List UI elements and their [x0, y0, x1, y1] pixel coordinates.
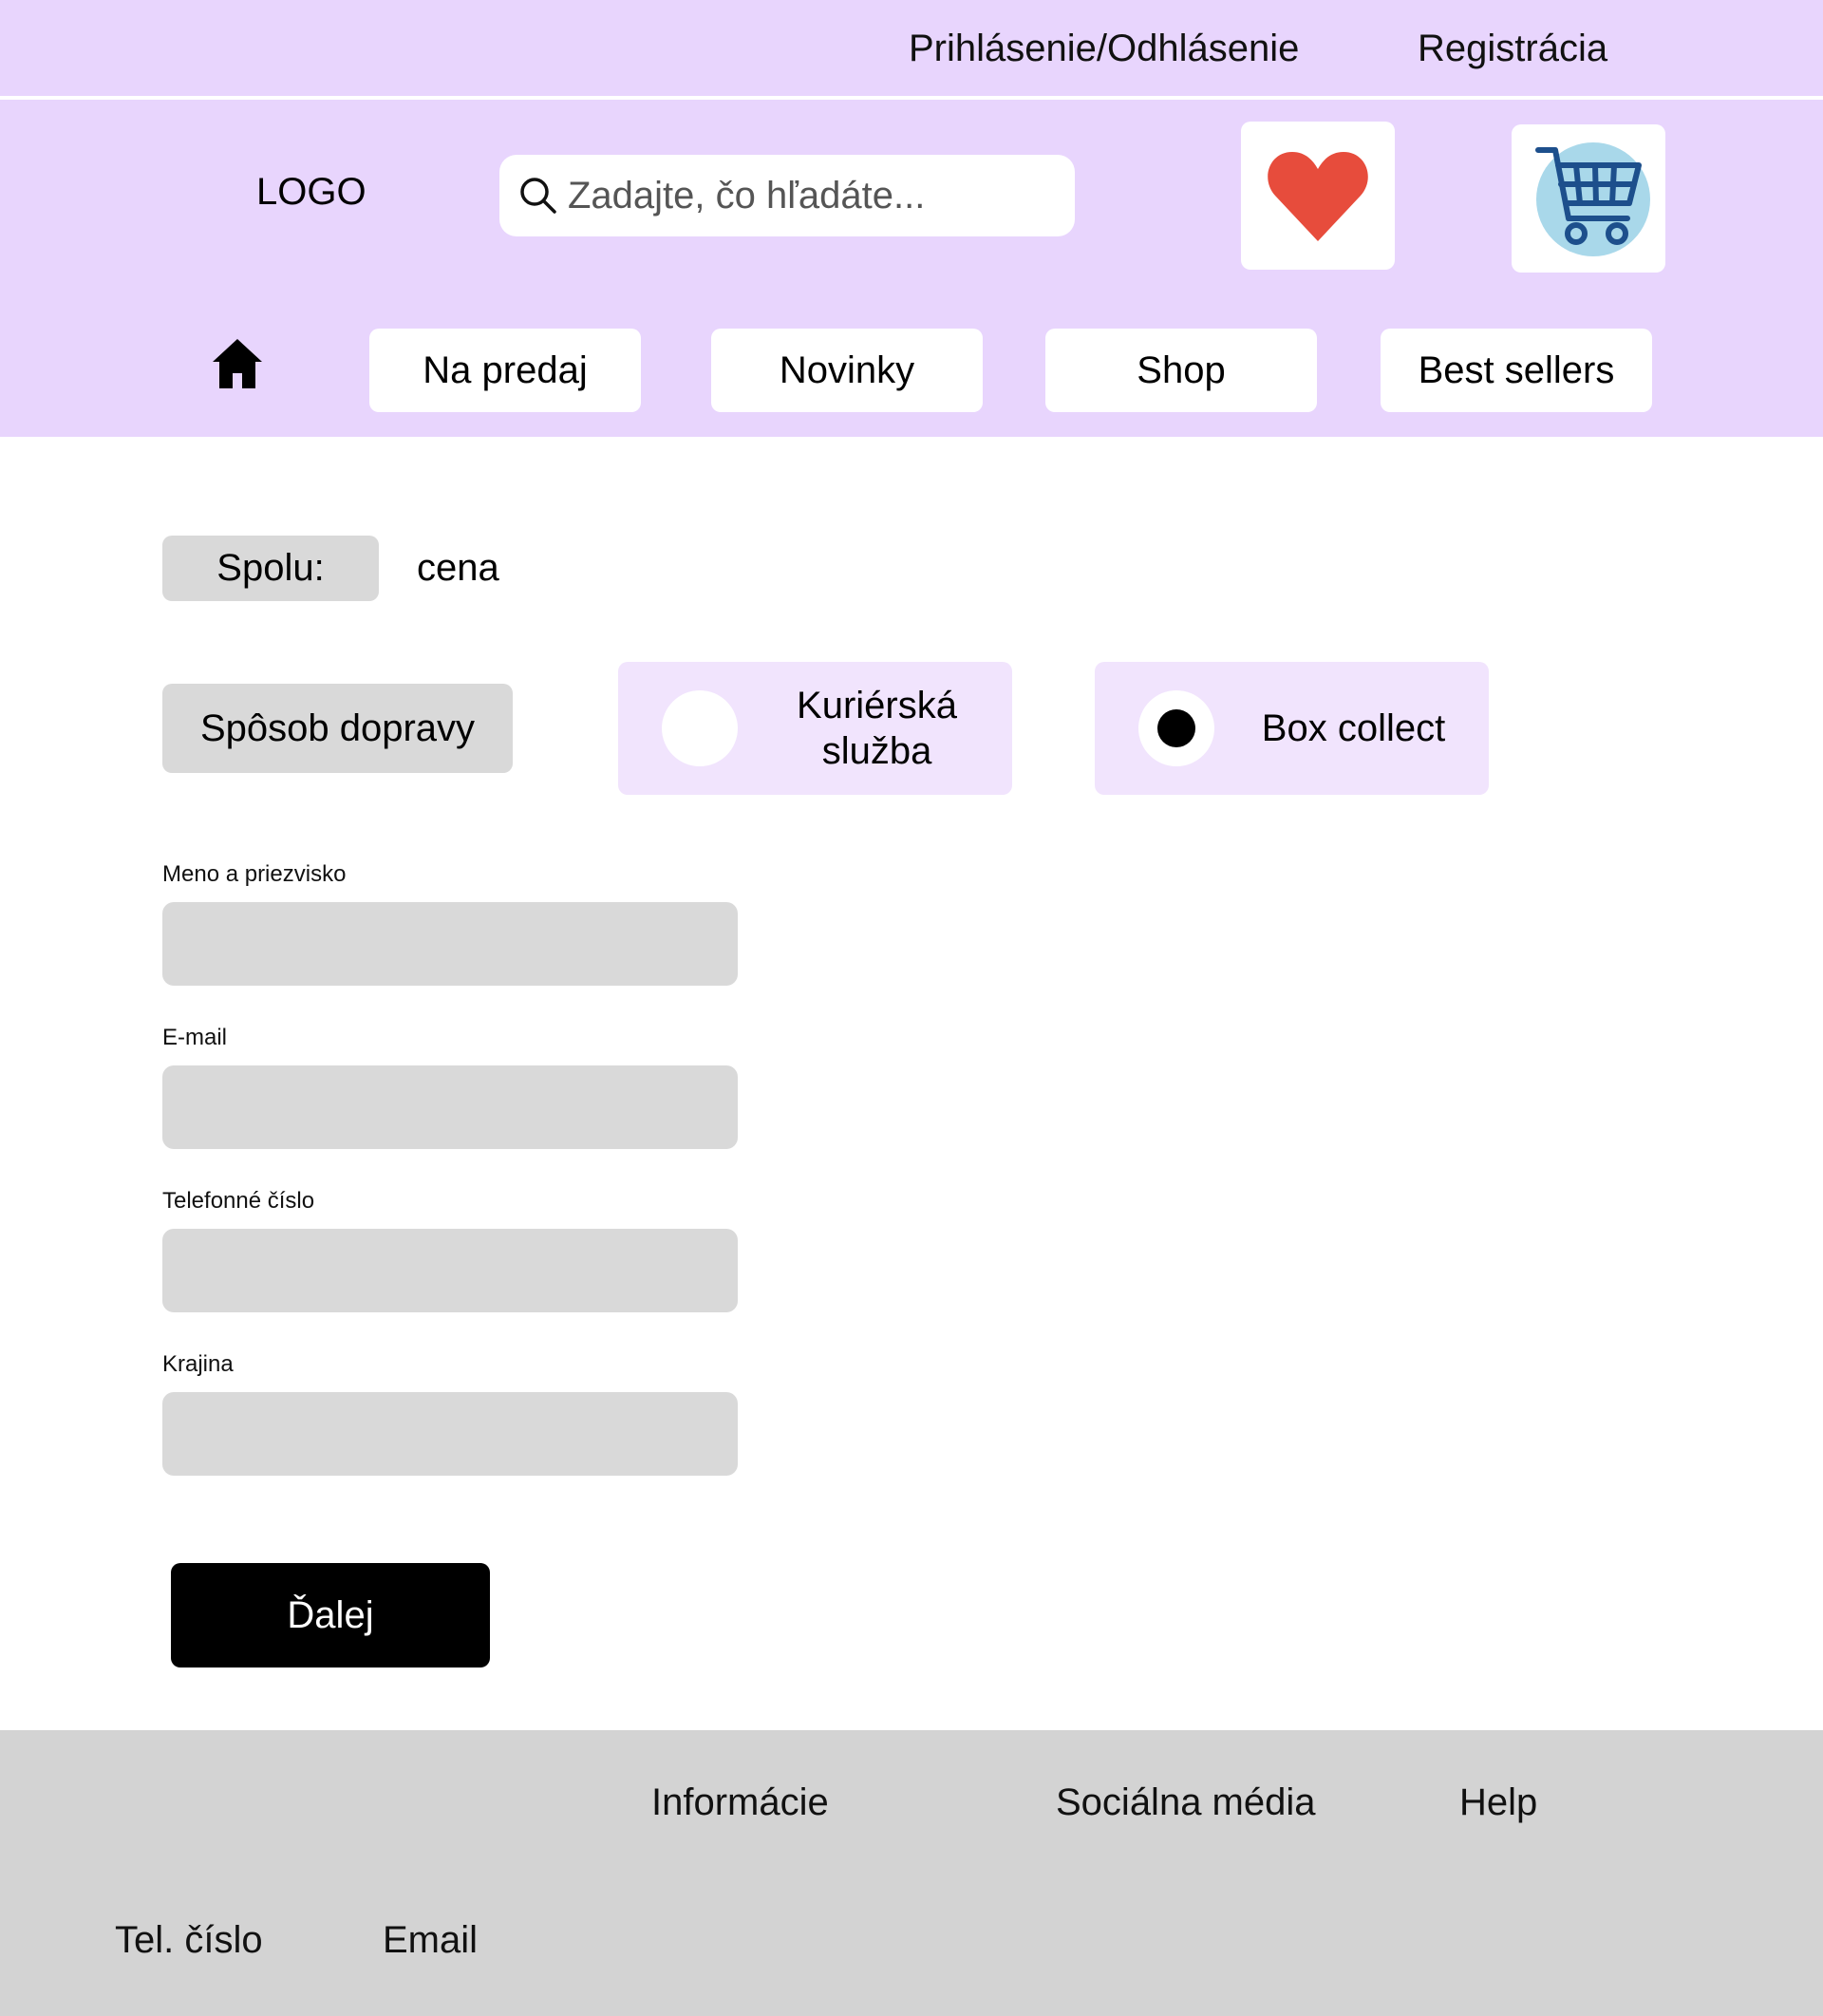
shipping-method-label-text: Spôsob dopravy [199, 707, 476, 749]
logo[interactable]: LOGO [256, 171, 366, 214]
email-field-label: E-mail [162, 1025, 228, 1050]
total-value: cena [417, 547, 499, 589]
shipping-method-label: Spôsob dopravy [162, 684, 513, 773]
total-label-text: Spolu: [216, 547, 325, 589]
nav-novinky[interactable]: Novinky [711, 329, 983, 412]
country-field-label: Krajina [162, 1351, 234, 1377]
shopping-cart-icon [1535, 142, 1650, 256]
footer [0, 1730, 1823, 2016]
footer-help-link[interactable]: Help [1459, 1781, 1537, 1824]
next-button[interactable]: Ďalej [171, 1563, 490, 1667]
nav-na-predaj[interactable]: Na predaj [369, 329, 641, 412]
radio-button[interactable] [662, 690, 738, 766]
total-label: Spolu: [162, 536, 379, 601]
search-input[interactable] [568, 174, 1062, 217]
cart-button[interactable] [1512, 124, 1665, 273]
register-link[interactable]: Registrácia [1418, 28, 1607, 70]
footer-email-link[interactable]: Email [383, 1919, 478, 1962]
next-button-label: Ďalej [287, 1593, 374, 1636]
search-icon [520, 178, 556, 214]
phone-field[interactable] [162, 1229, 738, 1312]
search-bar[interactable] [499, 155, 1075, 236]
country-field[interactable] [162, 1392, 738, 1476]
name-field-label: Meno a priezvisko [162, 861, 347, 887]
shipping-option-label: Kuriérská služba [797, 685, 957, 772]
home-button[interactable] [211, 337, 264, 390]
nav-shop[interactable]: Shop [1045, 329, 1317, 412]
email-field[interactable] [162, 1065, 738, 1149]
login-logout-link[interactable]: Prihlásenie/Odhlásenie [909, 28, 1299, 70]
nav-best-sellers[interactable]: Best sellers [1381, 329, 1652, 412]
footer-phone-link[interactable]: Tel. číslo [115, 1919, 263, 1962]
footer-social-link[interactable]: Sociálna média [1056, 1781, 1316, 1824]
radio-selected-dot [1157, 709, 1195, 747]
nav-label: Shop [1137, 349, 1226, 391]
heart-icon [1268, 152, 1368, 241]
nav-label: Best sellers [1418, 349, 1615, 391]
shipping-option-courier[interactable]: Kuriérská služba [618, 662, 1012, 795]
shipping-option-label: Box collect [1261, 707, 1446, 749]
name-field[interactable] [162, 902, 738, 986]
nav-label: Na predaj [423, 349, 588, 391]
favorites-button[interactable] [1241, 122, 1395, 270]
shipping-option-box-collect[interactable]: Box collect [1095, 662, 1489, 795]
nav-label: Novinky [779, 349, 915, 391]
radio-button-selected[interactable] [1138, 690, 1214, 766]
phone-field-label: Telefonné číslo [162, 1188, 315, 1214]
footer-info-link[interactable]: Informácie [651, 1781, 829, 1824]
home-icon [213, 339, 262, 388]
